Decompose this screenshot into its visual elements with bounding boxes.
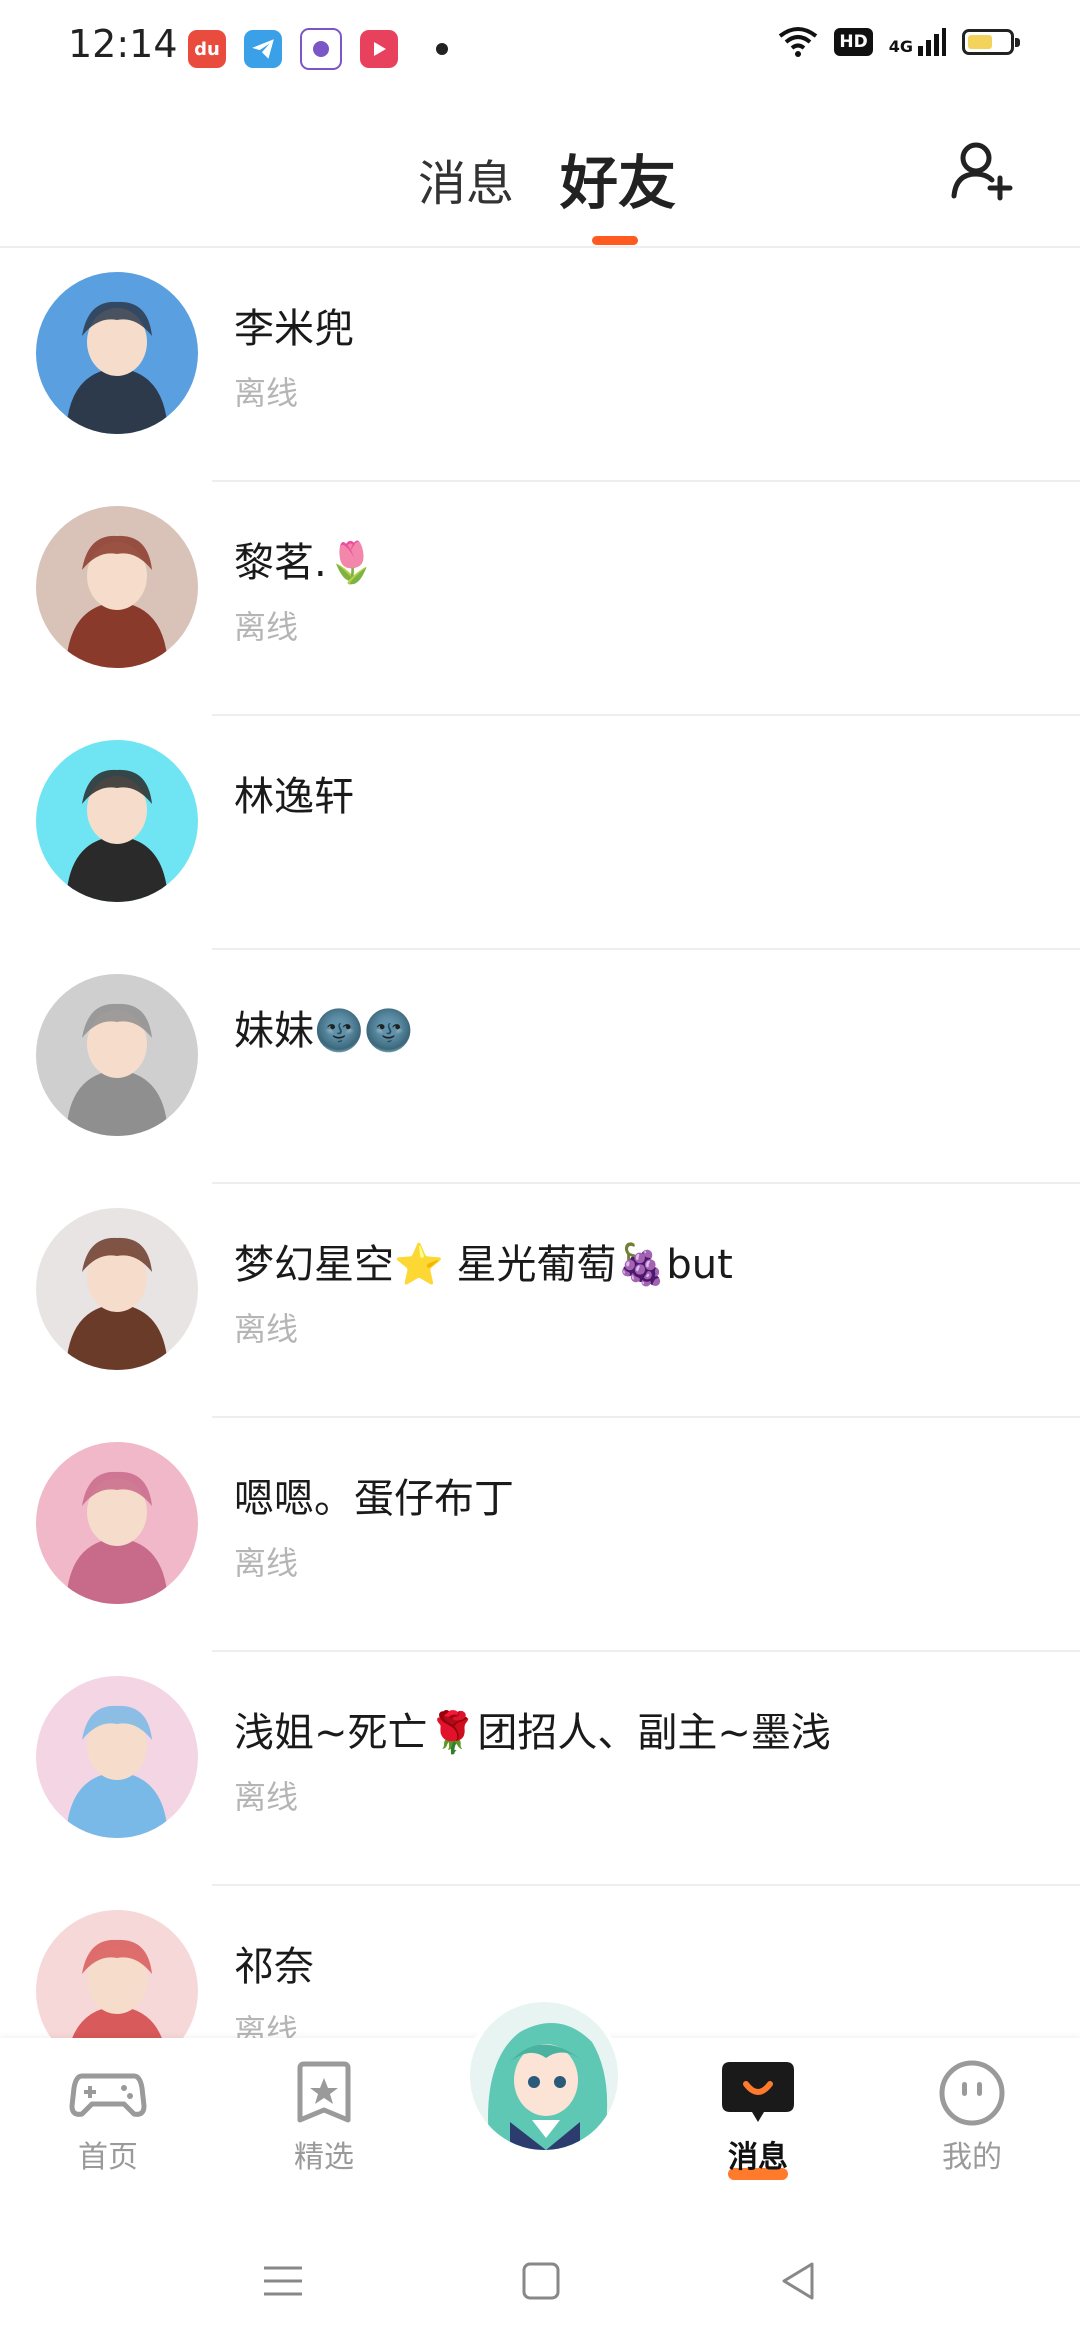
friend-status: 离线 [234, 374, 299, 412]
telegram-app-icon [244, 30, 282, 68]
friend-row[interactable]: 李米兜 离线 [0, 248, 1080, 482]
friend-row[interactable]: 黎茗.🌷 离线 [0, 482, 1080, 716]
nav-home-label: 首页 [78, 2140, 138, 2175]
gamepad-icon [69, 2073, 147, 2117]
system-nav-bar [0, 2220, 1080, 2340]
header: 消息 好友 [0, 96, 1080, 248]
friend-status: 离线 [234, 1778, 299, 1816]
status-indicators: HD 4G [778, 26, 1020, 58]
friend-row[interactable]: 妹妹🌚🌚 [0, 950, 1080, 1184]
tab-messages[interactable]: 消息 [418, 144, 514, 214]
hd-badge: HD [834, 28, 873, 56]
nav-featured-label: 精选 [294, 2140, 354, 2175]
friend-status: 离线 [234, 1310, 299, 1348]
nav-mine-label: 我的 [942, 2140, 1002, 2175]
tab-friends[interactable]: 好友 [560, 136, 676, 220]
home-square-icon[interactable] [516, 2256, 566, 2306]
friend-name: 嗯嗯。蛋仔布丁 [234, 1476, 514, 1522]
friend-name: 妹妹🌚🌚 [234, 1008, 414, 1054]
friend-row[interactable]: 梦幻星空⭐ 星光葡萄🍇but 离线 [0, 1184, 1080, 1418]
friend-avatar[interactable] [36, 1676, 198, 1838]
wifi-icon [779, 27, 818, 57]
notification-icons: du [188, 28, 448, 70]
nav-mine[interactable]: 我的 [902, 2058, 1042, 2176]
friend-status: 离线 [234, 608, 299, 646]
back-triangle-icon[interactable] [774, 2256, 824, 2306]
friend-status: 离线 [234, 2012, 299, 2038]
status-time: 12:14 [68, 22, 178, 66]
friend-avatar[interactable] [36, 1208, 198, 1370]
more-notifications-dot [436, 43, 448, 55]
friend-avatar[interactable] [36, 974, 198, 1136]
friend-list: 李米兜 离线 黎茗.🌷 离线 林逸轩 妹妹🌚🌚 梦幻星空⭐ 星光葡萄🍇but 离线 嗯嗯。蛋仔布… [0, 248, 1080, 2038]
battery-level [968, 35, 992, 49]
status-bar: 12:14 du HD 4G [0, 0, 1080, 96]
face-icon [939, 2060, 1005, 2126]
friend-name: 祁奈 [234, 1944, 314, 1990]
nav-featured[interactable]: 精选 [254, 2058, 394, 2176]
active-tab-indicator [592, 236, 638, 245]
cell-signal-icon: 4G [889, 28, 946, 56]
friend-status: 离线 [234, 1544, 299, 1582]
friend-avatar[interactable] [36, 740, 198, 902]
friend-avatar[interactable] [36, 506, 198, 668]
circle-app-icon [300, 28, 342, 70]
friend-row[interactable]: 林逸轩 [0, 716, 1080, 950]
friend-row[interactable]: 嗯嗯。蛋仔布丁 离线 [0, 1418, 1080, 1652]
video-app-icon [360, 30, 398, 68]
baidu-app-icon: du [188, 30, 226, 68]
friend-name: 林逸轩 [234, 774, 354, 820]
nav-home[interactable]: 首页 [38, 2058, 178, 2176]
friend-avatar[interactable] [36, 1442, 198, 1604]
center-character-avatar[interactable] [466, 1998, 622, 2154]
friend-avatar[interactable] [36, 272, 198, 434]
network-type: 4G [888, 37, 913, 56]
friend-name: 梦幻星空⭐ 星光葡萄🍇but [234, 1242, 733, 1288]
friend-row[interactable]: 浅姐~死亡🌹团招人、副主~墨浅离线 [0, 1652, 1080, 1886]
star-bookmark-icon [297, 2061, 351, 2123]
friend-name: 李米兜 [234, 306, 354, 352]
nav-messages-label: 消息 [728, 2140, 788, 2175]
add-friend-icon[interactable] [950, 138, 1014, 202]
friend-name: 黎茗.🌷 [234, 540, 377, 586]
chat-bubble-icon [722, 2062, 794, 2122]
nav-messages[interactable]: 消息 [688, 2058, 828, 2180]
friend-avatar[interactable] [36, 1910, 198, 2038]
menu-icon[interactable] [258, 2256, 308, 2306]
battery-icon [962, 29, 1020, 55]
friend-name: 浅姐~死亡🌹团招人、副主~墨浅 [234, 1710, 831, 1756]
